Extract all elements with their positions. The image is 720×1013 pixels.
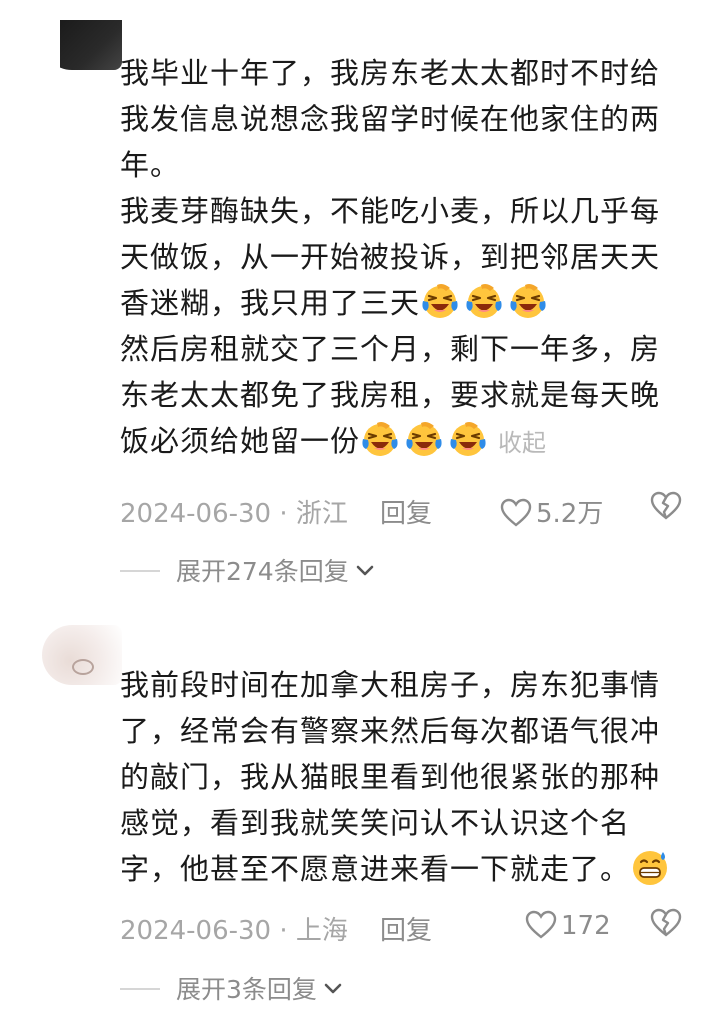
emoji-group <box>420 284 552 320</box>
reply-button[interactable]: 回复 <box>380 910 432 947</box>
avatar-image <box>60 20 122 70</box>
comment-text: 我前段时间在加拿大租房子，房东犯事情了，经常会有警察来然后每次都语气很冲的敲门，… <box>120 662 680 892</box>
sweat-grin-emoji <box>633 851 668 885</box>
avatar[interactable] <box>42 10 122 70</box>
laugh-cry-emoji <box>466 284 502 318</box>
comment-paragraph: 我毕业十年了，我房东老太太都时不时给我发信息说想念我留学时候在他家住的两年。 <box>120 56 661 182</box>
avatar-image <box>42 625 122 685</box>
chevron-down-icon <box>323 973 343 1002</box>
paragraph-text: 我前段时间在加拿大租房子，房东犯事情了，经常会有警察来然后每次都语气很冲的敲门，… <box>120 668 661 886</box>
laugh-cry-emoji <box>510 284 546 318</box>
expand-replies-label: 展开274条回复 <box>176 557 349 586</box>
paragraph-text: 我麦芽酶缺失，不能吃小麦，所以几乎每天做饭，从一开始被投诉，到把邻居天天香迷糊，… <box>120 194 661 320</box>
comment-text: 我毕业十年了，我房东老太太都时不时给我发信息说想念我留学时候在他家住的两年。 我… <box>120 50 680 466</box>
avatar[interactable] <box>42 625 122 685</box>
like-count: 5.2万 <box>536 499 604 529</box>
chevron-down-icon <box>355 555 375 584</box>
laugh-cry-emoji <box>362 422 398 456</box>
expand-replies-label: 展开3条回复 <box>176 975 317 1004</box>
comment-paragraph: 我前段时间在加拿大租房子，房东犯事情了，经常会有警察来然后每次都语气很冲的敲门，… <box>120 662 680 892</box>
comment-paragraph: 然后房租就交了三个月，剩下一年多，房东老太太都免了我房租，要求就是每天晚饭必须给… <box>120 326 680 466</box>
heart-outline-icon <box>500 498 532 527</box>
like-button[interactable]: 172 <box>525 910 611 941</box>
divider <box>120 988 160 990</box>
comment-meta: 2024-06-30 · 上海 回复 172 <box>120 908 690 950</box>
comment-date-location: 2024-06-30 · 上海 <box>120 916 348 946</box>
dislike-button[interactable] <box>650 491 682 528</box>
broken-heart-icon <box>650 908 682 937</box>
reply-button[interactable]: 回复 <box>380 493 432 530</box>
comment-paragraph: 我麦芽酶缺失，不能吃小麦，所以几乎每天做饭，从一开始被投诉，到把邻居天天香迷糊，… <box>120 188 680 326</box>
like-count: 172 <box>561 911 611 941</box>
avatar-mark <box>72 659 94 675</box>
laugh-cry-emoji <box>422 284 458 318</box>
collapse-link[interactable]: 收起 <box>498 429 546 457</box>
comment-date-location: 2024-06-30 · 浙江 <box>120 499 348 529</box>
heart-outline-icon <box>525 910 557 939</box>
dislike-button[interactable] <box>650 908 682 945</box>
laugh-cry-emoji <box>406 422 442 456</box>
broken-heart-icon <box>650 491 682 520</box>
divider <box>120 570 160 572</box>
like-button[interactable]: 5.2万 <box>500 493 603 530</box>
expand-replies[interactable]: 展开274条回复 <box>120 552 375 586</box>
comment-thread: 我毕业十年了，我房东老太太都时不时给我发信息说想念我留学时候在他家住的两年。 我… <box>0 0 720 1013</box>
expand-replies[interactable]: 展开3条回复 <box>120 970 343 1004</box>
emoji-group <box>360 422 492 458</box>
comment-meta: 2024-06-30 · 浙江 回复 5.2万 <box>120 491 690 533</box>
laugh-cry-emoji <box>450 422 486 456</box>
